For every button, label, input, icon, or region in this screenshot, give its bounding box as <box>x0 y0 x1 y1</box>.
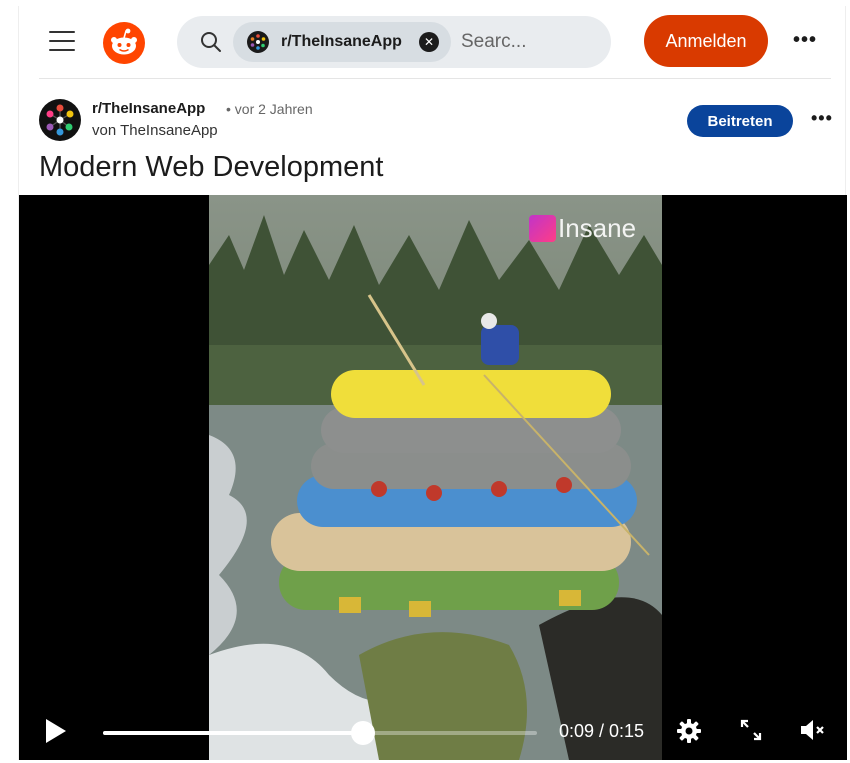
watermark: Insane <box>529 213 636 244</box>
subreddit-filter-chip[interactable]: r/TheInsaneApp ✕ <box>233 22 451 62</box>
video-controls: 0:09 / 0:15 <box>19 696 847 760</box>
search-bar[interactable]: r/TheInsaneApp ✕ <box>177 16 611 68</box>
play-icon[interactable] <box>45 718 67 749</box>
search-icon <box>199 30 223 59</box>
watermark-text: Insane <box>558 213 637 243</box>
subreddit-filter-label: r/TheInsaneApp <box>281 33 402 50</box>
post-options-icon[interactable]: ••• <box>811 108 833 129</box>
top-bar: r/TheInsaneApp ✕ Anmelden ••• <box>19 6 847 80</box>
more-options-icon[interactable]: ••• <box>793 29 817 52</box>
menu-icon[interactable] <box>49 24 83 58</box>
subreddit-avatar-icon <box>247 31 269 53</box>
video-time: 0:09 / 0:15 <box>559 721 645 741</box>
seek-bar[interactable] <box>103 721 537 745</box>
signin-button[interactable]: Anmelden <box>644 15 768 67</box>
join-button[interactable]: Beitreten <box>687 105 793 137</box>
post-timestamp: • vor 2 Jahren <box>226 101 313 117</box>
seek-bar-thumb[interactable] <box>351 721 376 745</box>
post-author[interactable]: von TheInsaneApp <box>92 122 218 139</box>
subreddit-name[interactable]: r/TheInsaneApp <box>92 100 205 117</box>
reddit-logo-icon[interactable] <box>103 22 145 64</box>
subreddit-avatar[interactable] <box>39 99 81 141</box>
mute-icon[interactable] <box>799 718 827 747</box>
video-player[interactable]: Insane 0:09 / 0:15 <box>19 195 847 760</box>
insane-logo-icon <box>529 215 556 242</box>
close-icon[interactable]: ✕ <box>419 32 439 52</box>
page: r/TheInsaneApp ✕ Anmelden ••• r/TheInsan… <box>18 6 847 760</box>
gear-icon[interactable] <box>676 718 702 749</box>
seek-bar-progress <box>103 731 364 735</box>
search-input[interactable] <box>461 22 601 62</box>
video-frame <box>209 195 662 760</box>
fullscreen-icon[interactable] <box>739 718 763 747</box>
post-title: Modern Web Development <box>39 151 384 183</box>
header-divider <box>39 78 831 79</box>
